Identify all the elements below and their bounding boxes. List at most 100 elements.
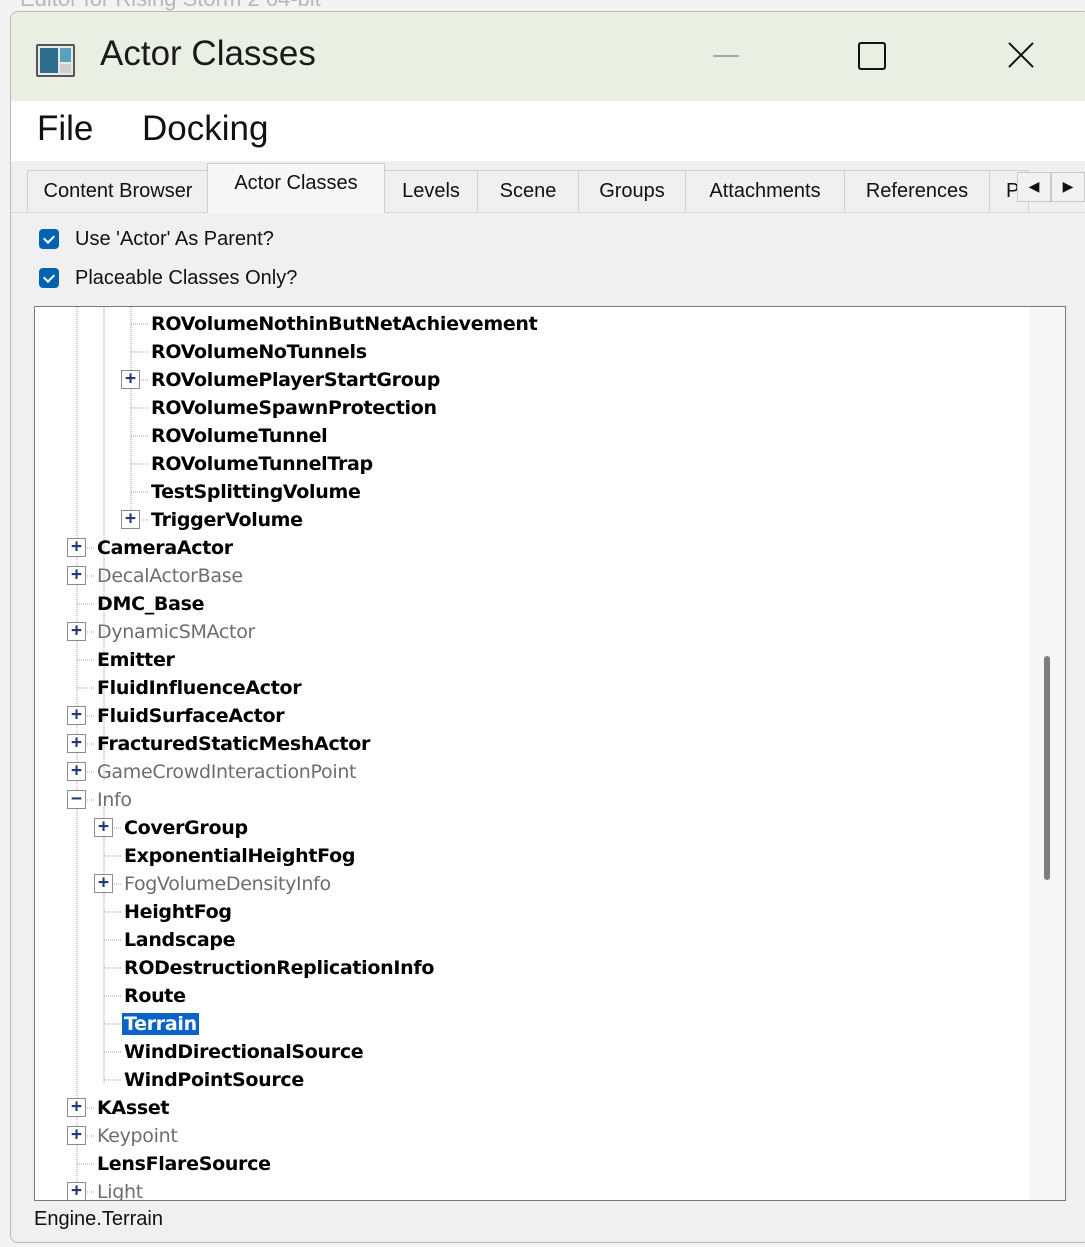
app-window-icon — [36, 44, 75, 77]
tree-item[interactable]: LensFlareSource — [97, 1151, 271, 1177]
tab-references[interactable]: References — [844, 170, 990, 212]
tab-groups[interactable]: Groups — [578, 170, 686, 212]
tree-item[interactable]: Info — [97, 787, 132, 813]
expand-icon[interactable]: + — [121, 370, 140, 389]
tree-item-label: FogVolumeDensityInfo — [124, 873, 331, 895]
status-bar-text: Engine.Terrain — [34, 1208, 163, 1230]
expand-icon[interactable]: + — [67, 734, 86, 753]
tree-item-label: TestSplittingVolume — [151, 481, 361, 503]
placeable-only-checkbox[interactable] — [39, 268, 59, 288]
tree-item[interactable]: Route — [124, 983, 186, 1009]
tree-item[interactable]: ROVolumePlayerStartGroup — [151, 367, 440, 393]
placeable-only-label: Placeable Classes Only? — [75, 266, 298, 289]
tree-item-label: Landscape — [124, 929, 236, 951]
tab-scroll-right-icon[interactable]: ▶ — [1051, 172, 1085, 202]
tree-item[interactable]: CameraActor — [97, 535, 233, 561]
tree-item-label: ROVolumeSpawnProtection — [151, 397, 437, 419]
tree-item-label: ROVolumeNoTunnels — [151, 341, 367, 363]
tree-item[interactable]: ROVolumeTunnelTrap — [151, 451, 373, 477]
tab-scene[interactable]: Scene — [477, 170, 579, 212]
tree-item-label: CameraActor — [97, 537, 233, 559]
tree-item-label: CoverGroup — [124, 817, 248, 839]
tab-scroll-left-icon[interactable]: ◀ — [1017, 172, 1051, 202]
tree-item-label: GameCrowdInteractionPoint — [97, 761, 357, 783]
tab-strip: Content Browser Actor Classes Levels Sce… — [11, 161, 1085, 213]
tree-item[interactable]: ROVolumeTunnel — [151, 423, 328, 449]
expand-icon[interactable]: + — [67, 1098, 86, 1117]
expand-icon[interactable]: + — [67, 1182, 86, 1200]
scrollbar-thumb[interactable] — [1044, 656, 1050, 880]
tree-item[interactable]: ROVolumeNothinButNetAchievement — [151, 311, 538, 337]
collapse-icon[interactable]: − — [67, 790, 86, 809]
tree-item[interactable]: DMC_Base — [97, 591, 205, 617]
tree-item-label: DMC_Base — [97, 593, 205, 615]
tree-item-label: HeightFog — [124, 901, 232, 923]
expand-icon[interactable]: + — [67, 762, 86, 781]
expand-icon[interactable]: + — [94, 874, 113, 893]
tree-item-label: WindDirectionalSource — [124, 1041, 364, 1063]
tree-item-label: ROVolumeTunnelTrap — [151, 453, 373, 475]
tree-item[interactable]: DynamicSMActor — [97, 619, 255, 645]
tree-item[interactable]: Landscape — [124, 927, 236, 953]
vertical-scrollbar[interactable] — [1029, 307, 1065, 1200]
tree-item[interactable]: Keypoint — [97, 1123, 178, 1149]
tree-item[interactable]: TestSplittingVolume — [151, 479, 361, 505]
tree-item[interactable]: ROVolumeSpawnProtection — [151, 395, 437, 421]
tab-scroll-arrows: ◀ ▶ — [1017, 172, 1085, 202]
tree-item[interactable]: WindDirectionalSource — [124, 1039, 364, 1065]
tree-item[interactable]: HeightFog — [124, 899, 232, 925]
tree-item[interactable]: TriggerVolume — [151, 507, 303, 533]
tree-item[interactable]: FogVolumeDensityInfo — [124, 871, 331, 897]
tree-item-label: FracturedStaticMeshActor — [97, 733, 371, 755]
tree-item-label: Terrain — [122, 1013, 199, 1035]
tree-item-label: KAsset — [97, 1097, 170, 1119]
placeable-only-option[interactable]: Placeable Classes Only? — [39, 265, 297, 291]
tree-item[interactable]: ExponentialHeightFog — [124, 843, 355, 869]
expand-icon[interactable]: + — [67, 538, 86, 557]
tree-item-label: Light — [97, 1181, 143, 1201]
tree-item-label: FluidInfluenceActor — [97, 677, 302, 699]
use-actor-parent-checkbox[interactable] — [39, 229, 59, 249]
tab-levels[interactable]: Levels — [384, 170, 478, 212]
menu-file[interactable]: File — [37, 109, 93, 149]
menu-docking[interactable]: Docking — [142, 109, 268, 149]
tab-content-browser[interactable]: Content Browser — [27, 170, 209, 212]
menu-bar: File Docking — [11, 101, 1085, 161]
expand-icon[interactable]: + — [67, 622, 86, 641]
tree-item-label: LensFlareSource — [97, 1153, 271, 1175]
tree-item-label: Keypoint — [97, 1125, 178, 1147]
tree-item[interactable]: GameCrowdInteractionPoint — [97, 759, 357, 785]
tree-item[interactable]: Terrain — [122, 1011, 199, 1037]
tree-item-label: ROVolumePlayerStartGroup — [151, 369, 441, 391]
tree-item[interactable]: FracturedStaticMeshActor — [97, 731, 370, 757]
class-tree[interactable]: ROVolumeNothinButNetAchievement ROVolumeN… — [34, 306, 1066, 1201]
expand-icon[interactable]: + — [67, 1126, 86, 1145]
expand-icon[interactable]: + — [94, 818, 113, 837]
close-button[interactable] — [986, 28, 1056, 84]
tree-item[interactable]: FluidInfluenceActor — [97, 675, 302, 701]
tree-item-label: WindPointSource — [124, 1069, 304, 1091]
tree-item[interactable]: Emitter — [97, 647, 175, 673]
tree-item[interactable]: CoverGroup — [124, 815, 248, 841]
expand-icon[interactable]: + — [121, 510, 140, 529]
use-actor-parent-option[interactable]: Use 'Actor' As Parent? — [39, 226, 274, 252]
tree-item[interactable]: ROVolumeNoTunnels — [151, 339, 367, 365]
tab-attachments[interactable]: Attachments — [685, 170, 845, 212]
tree-item[interactable]: RODestructionReplicationInfo — [124, 955, 434, 981]
tree-item[interactable]: FluidSurfaceActor — [97, 703, 285, 729]
tree-item[interactable]: DecalActorBase — [97, 563, 243, 589]
window-title: Actor Classes — [100, 34, 316, 73]
tree-item[interactable]: KAsset — [97, 1095, 170, 1121]
tree-item-label: DynamicSMActor — [97, 621, 256, 643]
tree-item-label: Emitter — [97, 649, 175, 671]
expand-icon[interactable]: + — [67, 566, 86, 585]
tree-item[interactable]: WindPointSource — [124, 1067, 304, 1093]
tree-item[interactable]: Light — [97, 1179, 143, 1201]
maximize-button[interactable] — [836, 28, 906, 84]
minimize-button[interactable] — [691, 28, 761, 84]
tree-item-label: TriggerVolume — [151, 509, 303, 531]
tree-item-label: DecalActorBase — [97, 565, 243, 587]
tab-actor-classes[interactable]: Actor Classes — [207, 163, 385, 213]
expand-icon[interactable]: + — [67, 706, 86, 725]
title-bar[interactable]: Actor Classes — [11, 12, 1085, 101]
